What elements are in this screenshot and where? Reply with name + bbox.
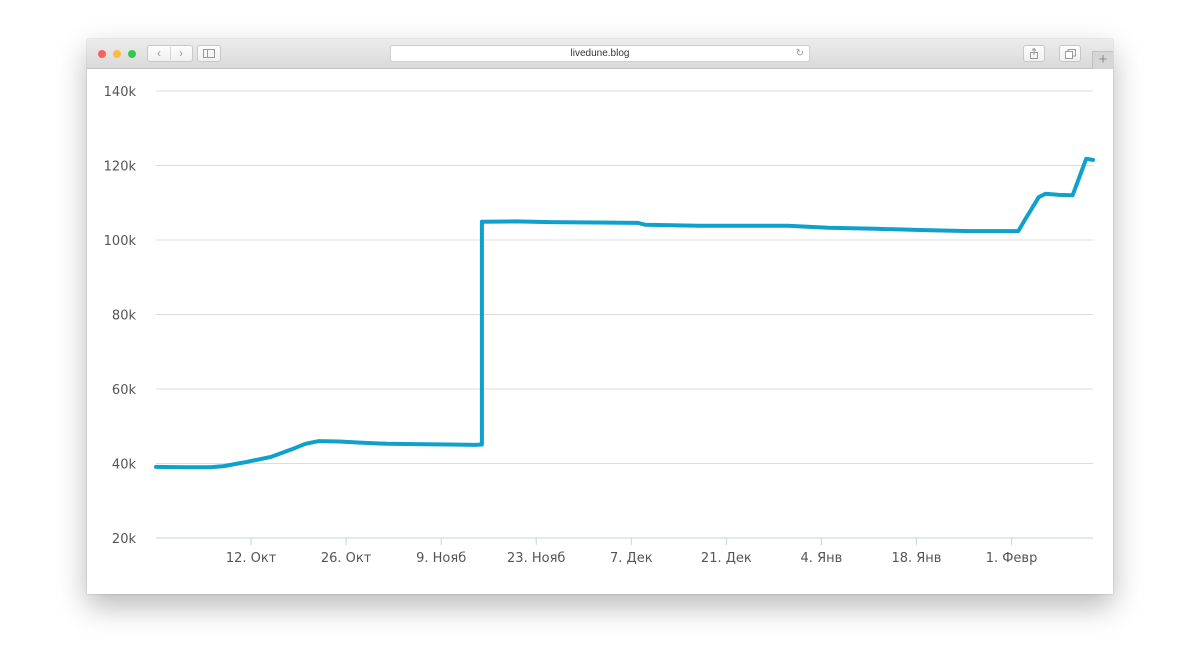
minimize-window-button[interactable] [113, 50, 121, 58]
nav-separator [170, 47, 171, 60]
share-icon [1030, 47, 1038, 59]
x-tick-label: 9. Нояб [416, 551, 466, 566]
sidebar-button[interactable] [197, 45, 221, 62]
y-tick-label: 40k [112, 458, 137, 473]
navigation-buttons: ‹ › [147, 45, 193, 62]
series-line [154, 156, 1095, 470]
tab-overview-button[interactable] [1059, 45, 1081, 62]
browser-toolbar: ‹ › livedune.blog ↻ + [87, 39, 1113, 69]
sidebar-icon [203, 49, 215, 58]
chevron-left-icon[interactable]: ‹ [148, 46, 170, 61]
chart-area: 20k 40k 60k 80k 100k 120k 140k 12. Окт 26. Окт 9.… [87, 69, 1113, 594]
followers-line-chart: 20k 40k 60k 80k 100k 120k 140k 12. Окт 26. Окт 9.… [104, 85, 1095, 566]
y-tick-label: 60k [112, 383, 137, 398]
x-tick-label: 12. Окт [226, 551, 277, 566]
x-tick-label: 21. Дек [701, 551, 752, 566]
x-tick-label: 18. Янв [891, 551, 941, 566]
maximize-window-button[interactable] [128, 50, 136, 58]
y-tick-label: 80k [112, 309, 137, 324]
x-tick-label: 1. Февр [986, 551, 1038, 566]
address-url: livedune.blog [570, 48, 630, 59]
x-tick-label: 7. Дек [610, 551, 653, 566]
reload-icon[interactable]: ↻ [796, 46, 804, 61]
x-tick-label: 23. Нояб [507, 551, 565, 566]
y-tick-label: 120k [104, 160, 137, 175]
address-bar[interactable]: livedune.blog ↻ [390, 45, 810, 62]
tabs-icon [1064, 49, 1076, 59]
y-tick-label: 100k [104, 234, 137, 249]
y-tick-label: 20k [112, 532, 137, 547]
x-tick-label: 4. Янв [801, 551, 843, 566]
close-window-button[interactable] [98, 50, 106, 58]
y-tick-label: 140k [104, 85, 137, 100]
share-button[interactable] [1023, 45, 1045, 62]
chevron-right-icon[interactable]: › [170, 46, 192, 61]
x-tick-label: 26. Окт [321, 551, 372, 566]
plus-icon[interactable]: + [1092, 51, 1113, 69]
browser-window: ‹ › livedune.blog ↻ + 20k 40k 60k 80k 10… [87, 39, 1113, 594]
